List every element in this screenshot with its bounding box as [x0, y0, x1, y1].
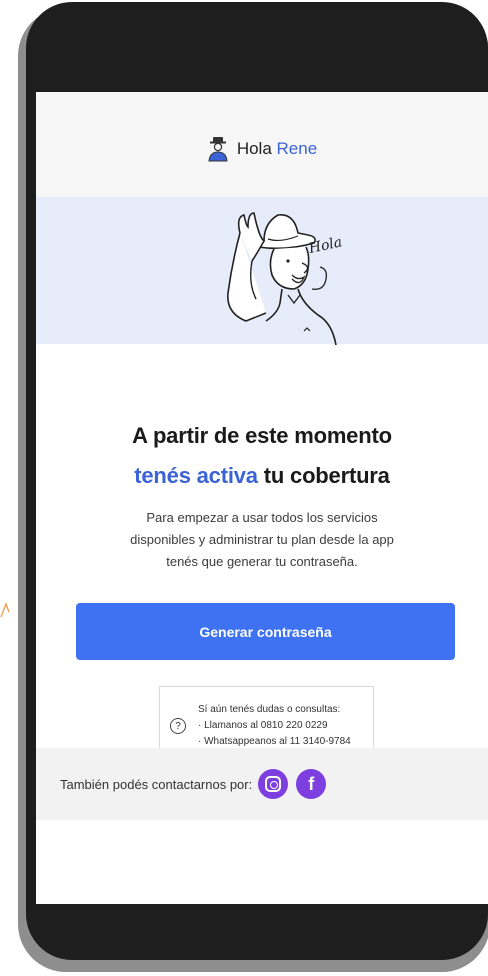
body-line-3: tenés que generar tu contraseña. [166, 554, 358, 569]
side-marker [0, 602, 10, 618]
body-line-2: disponibles y administrar tu plan desde … [130, 532, 394, 547]
facebook-icon[interactable]: f [296, 769, 327, 799]
email-header: Hola Rene [36, 92, 488, 197]
help-phone-link[interactable]: · Llamanos al 0810 220 0229 [198, 718, 351, 734]
person-avatar-icon [208, 136, 228, 161]
help-line-1: Sí aún tenés dudas o consultas: [198, 704, 341, 715]
phone-frame: Hola Rene Hola A partir de este momento … [26, 2, 488, 960]
title-rest: tu cobertura [257, 463, 390, 488]
waving-man-illustration: Hola [227, 212, 344, 345]
email-screen: Hola Rene Hola A partir de este momento … [36, 92, 488, 904]
title-line-1: A partir de este momento [132, 423, 392, 448]
title-line-2: tenés activa tu cobertura [36, 463, 488, 489]
user-name: Rene [276, 138, 318, 158]
footer: También podés contactarnos por: f [36, 748, 488, 820]
greeting-text: Hola [236, 138, 272, 158]
title-accent: tenés activa [134, 463, 258, 488]
instagram-icon[interactable] [258, 769, 289, 799]
greeting: Hola Rene [237, 139, 317, 159]
main-content: A partir de este momento tenés activa tu… [36, 423, 488, 766]
generate-password-button[interactable]: Generar contraseña [76, 603, 455, 660]
footer-text: También podés contactarnos por: [60, 776, 253, 792]
hero-banner: Hola [36, 197, 488, 345]
body-paragraph: Para empezar a usar todos los servicios … [112, 507, 412, 573]
body-line-1: Para empezar a usar todos los servicios [146, 510, 378, 525]
help-lines: Sí aún tenés dudas o consultas: · Llaman… [198, 702, 351, 750]
question-icon: ? [170, 718, 186, 734]
